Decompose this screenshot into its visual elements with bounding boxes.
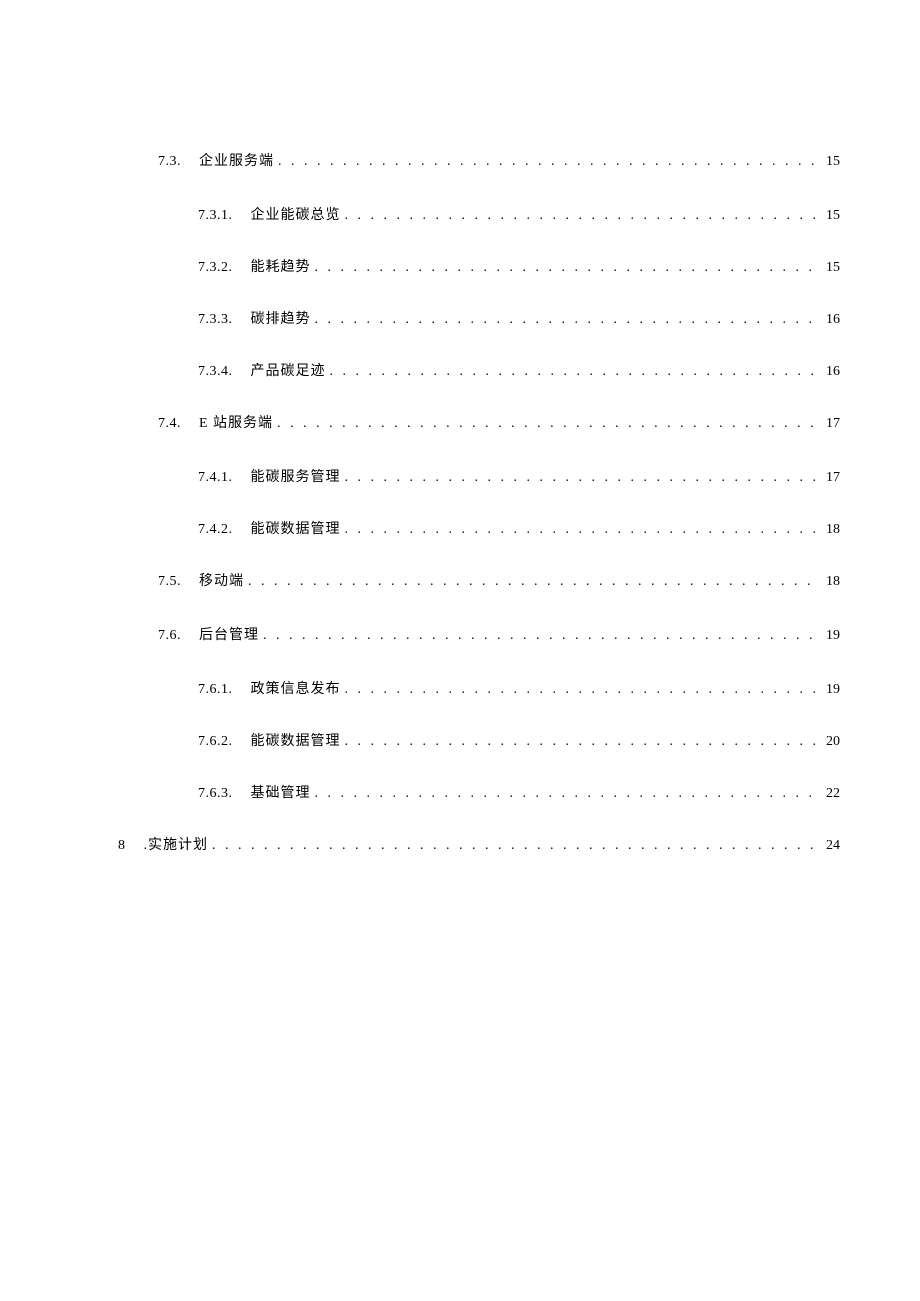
toc-title: 移动端 — [199, 570, 244, 590]
toc-leader-dots — [277, 416, 820, 432]
toc-title: 能碳数据管理 — [251, 730, 341, 750]
toc-page-number: 18 — [826, 522, 840, 538]
toc-page-number: 17 — [826, 470, 840, 486]
toc-page-number: 16 — [826, 364, 840, 380]
toc-leader-dots — [345, 208, 821, 224]
toc-page-number: 15 — [826, 154, 840, 170]
toc-leader-dots — [315, 786, 821, 802]
toc-number: 7.4. — [158, 416, 181, 432]
toc-leader-dots — [315, 312, 821, 328]
toc-number: 7.4.1. — [198, 470, 233, 486]
toc-number: 7.6. — [158, 628, 181, 644]
toc-entry: 7.3.2. 能耗趋势 15 — [118, 256, 840, 276]
toc-leader-dots — [315, 260, 821, 276]
toc-page-number: 15 — [826, 260, 840, 276]
toc-entry: 7.3.3. 碳排趋势 16 — [118, 308, 840, 328]
toc-title: 能碳数据管理 — [251, 518, 341, 538]
toc-leader-dots — [248, 574, 820, 590]
toc-entry: 8 .实施计划 24 — [118, 834, 840, 854]
toc-page-number: 19 — [826, 628, 840, 644]
toc-entry: 7.5. 移动端 18 — [118, 570, 840, 590]
toc-title: 企业服务端 — [199, 150, 274, 170]
toc-number: 7.6.3. — [198, 786, 233, 802]
toc-title: 政策信息发布 — [251, 678, 341, 698]
toc-entry: 7.3.4. 产品碳足迹 16 — [118, 360, 840, 380]
toc-title: 后台管理 — [199, 624, 259, 644]
toc-number: 7.3. — [158, 154, 181, 170]
toc-entry: 7.6. 后台管理 19 — [118, 624, 840, 644]
toc-number: 8 — [118, 838, 126, 854]
table-of-contents: 7.3.企业服务端157.3.1.企业能碳总览157.3.2.能耗趋势157.3… — [118, 150, 840, 854]
toc-entry: 7.6.3. 基础管理 22 — [118, 782, 840, 802]
toc-entry: 7.3.1. 企业能碳总览 15 — [118, 204, 840, 224]
toc-entry: 7.4.1. 能碳服务管理 17 — [118, 466, 840, 486]
toc-page-number: 24 — [826, 838, 840, 854]
toc-entry: 7.6.1. 政策信息发布 19 — [118, 678, 840, 698]
toc-title: 产品碳足迹 — [251, 360, 326, 380]
toc-leader-dots — [212, 838, 820, 854]
toc-title: .实施计划 — [144, 834, 209, 854]
toc-leader-dots — [263, 628, 820, 644]
toc-page-number: 22 — [826, 786, 840, 802]
toc-entry: 7.4.2. 能碳数据管理 18 — [118, 518, 840, 538]
toc-title: 能碳服务管理 — [251, 466, 341, 486]
toc-title: 能耗趋势 — [251, 256, 311, 276]
toc-entry: 7.4. E 站服务端 17 — [118, 412, 840, 432]
toc-leader-dots — [330, 364, 821, 380]
toc-number: 7.6.1. — [198, 682, 233, 698]
toc-leader-dots — [278, 154, 820, 170]
toc-leader-dots — [345, 682, 821, 698]
toc-title: E 站服务端 — [199, 412, 273, 432]
toc-page-number: 17 — [826, 416, 840, 432]
toc-page-number: 18 — [826, 574, 840, 590]
toc-number: 7.5. — [158, 574, 181, 590]
toc-leader-dots — [345, 734, 821, 750]
toc-page-number: 15 — [826, 208, 840, 224]
toc-title: 基础管理 — [251, 782, 311, 802]
toc-page-number: 20 — [826, 734, 840, 750]
toc-leader-dots — [345, 470, 821, 486]
toc-title: 碳排趋势 — [251, 308, 311, 328]
toc-title: 企业能碳总览 — [251, 204, 341, 224]
toc-number: 7.3.2. — [198, 260, 233, 276]
toc-number: 7.4.2. — [198, 522, 233, 538]
toc-page-number: 16 — [826, 312, 840, 328]
toc-number: 7.3.3. — [198, 312, 233, 328]
toc-number: 7.3.1. — [198, 208, 233, 224]
toc-entry: 7.6.2. 能碳数据管理 20 — [118, 730, 840, 750]
toc-number: 7.3.4. — [198, 364, 233, 380]
toc-page-number: 19 — [826, 682, 840, 698]
toc-leader-dots — [345, 522, 821, 538]
toc-entry: 7.3. 企业服务端 15 — [118, 150, 840, 170]
toc-number: 7.6.2. — [198, 734, 233, 750]
